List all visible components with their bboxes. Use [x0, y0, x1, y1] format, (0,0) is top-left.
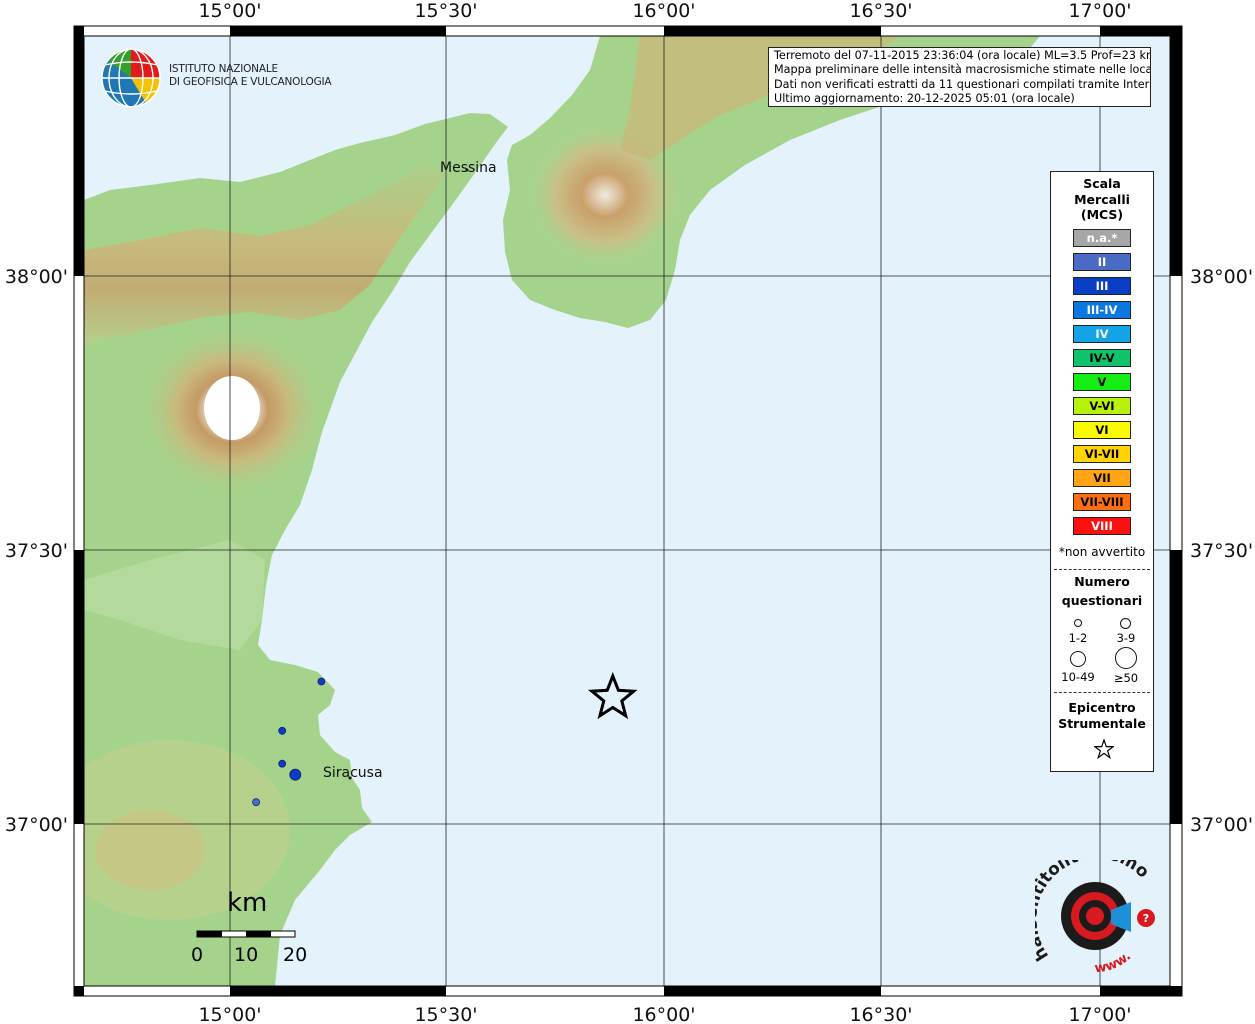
event-info-line4: Ultimo aggiornamento: 20-12-2025 05:01 (…: [774, 92, 1075, 106]
epicenter-legend-star-icon: [1094, 739, 1114, 759]
epicenter-title-line1: Epicentro: [1068, 700, 1136, 715]
intensity-swatch: IV-V: [1073, 349, 1131, 367]
scale-bar-label-0: 0: [191, 944, 204, 966]
lon-tick-top-2: 15°30': [414, 0, 477, 22]
intensity-swatch: VII: [1073, 469, 1131, 487]
legend-panel: Scala Mercalli (MCS) n.a.* II III III-IV IV I…: [1050, 171, 1154, 772]
epicenter-title-line2: Strumentale: [1058, 716, 1146, 731]
event-info-line3: Dati non verificati estratti da 11 quest…: [774, 77, 1151, 91]
lon-tick-bottom-5: 17°00': [1068, 1004, 1131, 1024]
intensity-swatch: VIII: [1073, 517, 1131, 535]
legend-title-line2: Mercalli: [1074, 191, 1130, 207]
legend-title: Scala Mercalli (MCS): [1051, 176, 1153, 223]
lat-tick-left-3: 37°00': [5, 814, 68, 836]
observation-point: [289, 768, 302, 781]
intensity-swatch: IV: [1073, 325, 1131, 343]
hyblaean-core: [95, 810, 205, 890]
epicenter-title: Epicentro Strumentale: [1051, 700, 1153, 732]
ingv-logo: [100, 47, 162, 113]
size-label-3-9: 3-9: [1116, 631, 1136, 645]
intensity-swatch: II: [1073, 253, 1131, 271]
legend-title-line1: Scala: [1083, 176, 1121, 191]
observation-point: [278, 726, 287, 735]
intensity-swatch: III: [1073, 277, 1131, 295]
size-circle-3-9: [1120, 618, 1131, 629]
questionnaires-title-line1: Numero: [1074, 574, 1130, 589]
ingv-logo-line1: ISTITUTO NAZIONALE: [169, 63, 278, 75]
intensity-swatch: n.a.*: [1073, 229, 1131, 247]
lon-tick-top-4: 16°30': [849, 0, 912, 22]
haisentitoilterremoto-logo: ? haisentitoilterremoto.it www.: [1021, 843, 1165, 984]
intensity-swatch: V: [1073, 373, 1131, 391]
questionnaires-title-line2: questionari: [1061, 593, 1143, 608]
intensity-swatch: III-IV: [1073, 301, 1131, 319]
size-label-10-49: 10-49: [1061, 670, 1095, 684]
city-messina: Messina: [440, 160, 497, 176]
lon-tick-top-1: 15°00': [198, 0, 261, 22]
legend-separator-1: [1054, 569, 1150, 570]
event-info-box: Terremoto del 07-11-2015 23:36:04 (ora l…: [768, 47, 1151, 107]
scale-bar: [196, 930, 296, 938]
size-circle-1-2: [1074, 619, 1082, 627]
haisentito-logo-icon: ? haisentitoilterremoto.it www.: [1021, 843, 1155, 976]
intensity-swatch: VII-VIII: [1073, 493, 1131, 511]
city-siracusa: Siracusa: [323, 765, 383, 781]
observation-point: [278, 759, 287, 768]
lat-tick-right-1: 38°00': [1190, 266, 1253, 288]
lon-tick-bottom-2: 15°30': [414, 1004, 477, 1024]
lon-tick-bottom-3: 16°00': [632, 1004, 695, 1024]
size-circle-50: [1115, 647, 1137, 669]
event-info-line1: Terremoto del 07-11-2015 23:36:04 (ora l…: [774, 49, 1151, 62]
lat-tick-right-3: 37°00': [1190, 814, 1253, 836]
lon-tick-bottom-4: 16°30': [849, 1004, 912, 1024]
lat-tick-right-2: 37°30': [1190, 540, 1253, 562]
not-felt-note: *non avvertito: [1058, 545, 1146, 559]
lat-tick-left-1: 38°00': [5, 266, 68, 288]
lat-tick-left-2: 37°30': [5, 540, 68, 562]
svg-text:www.: www.: [1094, 949, 1134, 976]
observation-point: [317, 677, 326, 686]
globe-icon: [101, 48, 161, 108]
ingv-logo-text: ISTITUTO NAZIONALE DI GEOFISICA E VULCAN…: [169, 63, 332, 89]
lon-tick-top-5: 17°00': [1068, 0, 1131, 22]
scale-bar-unit: km: [227, 888, 268, 918]
lon-tick-bottom-1: 15°00': [198, 1004, 261, 1024]
legend-title-line3: (MCS): [1080, 207, 1124, 222]
event-info-line2: Mappa preliminare delle intensità macros…: [774, 63, 1151, 77]
etna-summit: [204, 376, 260, 440]
scale-bar-label-10: 10: [234, 944, 259, 966]
scale-bar-label-20: 20: [283, 944, 308, 966]
observation-point: [252, 798, 261, 806]
lon-tick-top-3: 16°00': [632, 0, 695, 22]
intensity-swatch: V-VI: [1073, 397, 1131, 415]
intensity-swatch: VI: [1073, 421, 1131, 439]
svg-text:?: ?: [1143, 912, 1149, 925]
size-label-1-2: 1-2: [1068, 631, 1088, 645]
legend-separator-2: [1054, 692, 1150, 693]
intensity-swatch: VI-VII: [1073, 445, 1131, 463]
size-circle-10-49: [1070, 651, 1086, 667]
ingv-logo-line2: DI GEOFISICA E VULCANOLOGIA: [169, 76, 332, 88]
questionnaires-title: Numero questionari: [1051, 572, 1153, 610]
size-label-50: ≥50: [1113, 671, 1139, 685]
